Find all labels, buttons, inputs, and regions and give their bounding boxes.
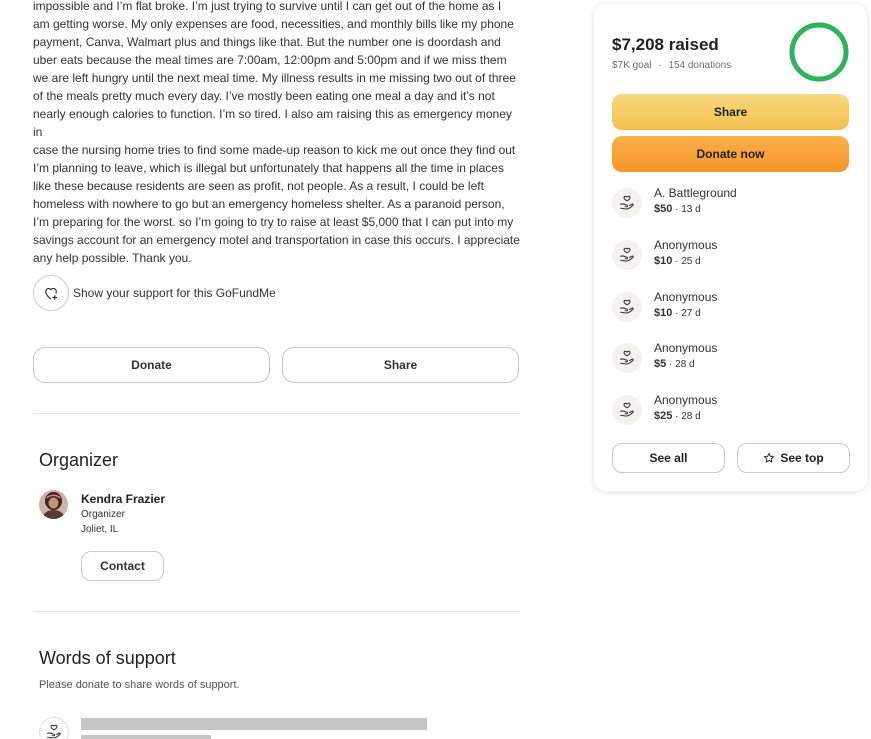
goal-amount: $7K goal bbox=[612, 60, 652, 71]
donation-detail: $10 · 27 d bbox=[654, 307, 701, 319]
donation-hand-icon bbox=[612, 343, 642, 373]
donation-age: · 27 d bbox=[672, 308, 701, 319]
donation-hand-icon bbox=[612, 395, 642, 425]
donation-item: Anonymous $10 · 27 d bbox=[612, 290, 852, 330]
story-line: nearly enough calories to function. I’m … bbox=[33, 107, 512, 139]
see-all-button[interactable]: See all bbox=[612, 443, 725, 473]
story-line: uber eats because the meal times are 7:0… bbox=[33, 53, 507, 67]
organizer-role: Organizer bbox=[81, 509, 125, 520]
words-of-support-subtitle: Please donate to share words of support. bbox=[39, 679, 240, 691]
story-line: any help possible. Thank you. bbox=[33, 251, 192, 265]
story-line: of the meals pretty much every day. I’ve… bbox=[33, 89, 495, 103]
donation-age: · 28 d bbox=[672, 411, 701, 422]
see-top-label: See top bbox=[780, 451, 824, 465]
donor-name: Anonymous bbox=[654, 238, 718, 252]
donor-name: Anonymous bbox=[654, 290, 718, 304]
story-line: homeless with nowhere to go but an emerg… bbox=[33, 197, 505, 211]
heart-plus-button[interactable] bbox=[33, 275, 69, 311]
donation-amount: $10 bbox=[654, 307, 673, 319]
story-line: payment, Canva, Walmart plus and things … bbox=[33, 35, 501, 49]
donation-detail: $25 · 28 d bbox=[654, 410, 701, 422]
skeleton-placeholder bbox=[81, 735, 211, 739]
story-line: savings account for an emergency motel a… bbox=[33, 233, 520, 247]
story-line: I’m planning to leave, which is illegal … bbox=[33, 161, 504, 175]
donor-name: Anonymous bbox=[654, 341, 718, 355]
story-line: like these because residents are seen as… bbox=[33, 179, 484, 193]
support-row[interactable]: Show your support for this GoFundMe bbox=[33, 275, 276, 311]
donor-name: Anonymous bbox=[654, 393, 718, 407]
donation-amount: $5 bbox=[654, 358, 667, 370]
divider bbox=[33, 611, 520, 612]
donate-button[interactable]: Donate bbox=[33, 347, 270, 383]
donation-item: Anonymous $10 · 25 d bbox=[612, 238, 852, 278]
contact-button[interactable]: Contact bbox=[81, 551, 164, 581]
separator: · bbox=[658, 60, 662, 71]
star-icon bbox=[763, 452, 775, 463]
words-of-support-heading: Words of support bbox=[39, 648, 176, 668]
card-share-button[interactable]: Share bbox=[612, 94, 849, 130]
heart-plus-icon bbox=[45, 287, 57, 300]
story-line: I’m preparing for the worst. so I’m goin… bbox=[33, 215, 514, 229]
progress-ring-fill bbox=[789, 22, 849, 82]
organizer-location: Joliet, IL bbox=[81, 524, 119, 535]
donation-hand-icon bbox=[612, 240, 642, 270]
donation-age: · 13 d bbox=[672, 204, 701, 215]
avatar[interactable] bbox=[39, 490, 68, 519]
skeleton-placeholder bbox=[81, 718, 427, 730]
progress-ring bbox=[789, 22, 849, 82]
donation-age: · 25 d bbox=[672, 256, 701, 267]
donation-card: $7,208 raised $7K goal · 154 donations S… bbox=[594, 4, 867, 491]
donation-amount: $10 bbox=[654, 255, 673, 267]
divider bbox=[33, 413, 520, 414]
donation-hand-icon bbox=[612, 292, 642, 322]
story-line: we are left hungry until the next meal t… bbox=[33, 71, 516, 85]
story-line: am getting worse. My only expenses are f… bbox=[33, 17, 514, 31]
donation-count: 154 donations bbox=[668, 60, 732, 71]
story-line: case the nursing home tries to find some… bbox=[33, 143, 516, 157]
donation-hand-icon bbox=[612, 188, 642, 218]
donation-item: A. Battleground $50 · 13 d bbox=[612, 186, 852, 226]
story-line: impossible and I’m flat broke. I’m just … bbox=[33, 0, 502, 13]
donation-item: Anonymous $25 · 28 d bbox=[612, 393, 852, 433]
share-button[interactable]: Share bbox=[282, 347, 519, 383]
story-text: impossible and I’m flat broke. I’m just … bbox=[33, 0, 521, 267]
donor-name: A. Battleground bbox=[654, 186, 737, 200]
donation-item: Anonymous $5 · 28 d bbox=[612, 341, 852, 381]
goal-line: $7K goal · 154 donations bbox=[612, 60, 731, 71]
organizer-name[interactable]: Kendra Frazier bbox=[81, 492, 165, 506]
support-label: Show your support for this GoFundMe bbox=[73, 286, 276, 300]
amount-raised: $7,208 raised bbox=[612, 35, 719, 54]
donation-detail: $50 · 13 d bbox=[654, 203, 701, 215]
donation-detail: $5 · 28 d bbox=[654, 358, 695, 370]
donation-amount: $50 bbox=[654, 203, 673, 215]
donation-detail: $10 · 25 d bbox=[654, 255, 701, 267]
donate-now-button[interactable]: Donate now bbox=[612, 136, 849, 172]
donation-hand-icon bbox=[39, 717, 69, 739]
organizer-heading: Organizer bbox=[39, 450, 119, 470]
donation-age: · 28 d bbox=[666, 359, 695, 370]
see-top-button[interactable]: See top bbox=[737, 443, 850, 473]
donation-amount: $25 bbox=[654, 410, 673, 422]
